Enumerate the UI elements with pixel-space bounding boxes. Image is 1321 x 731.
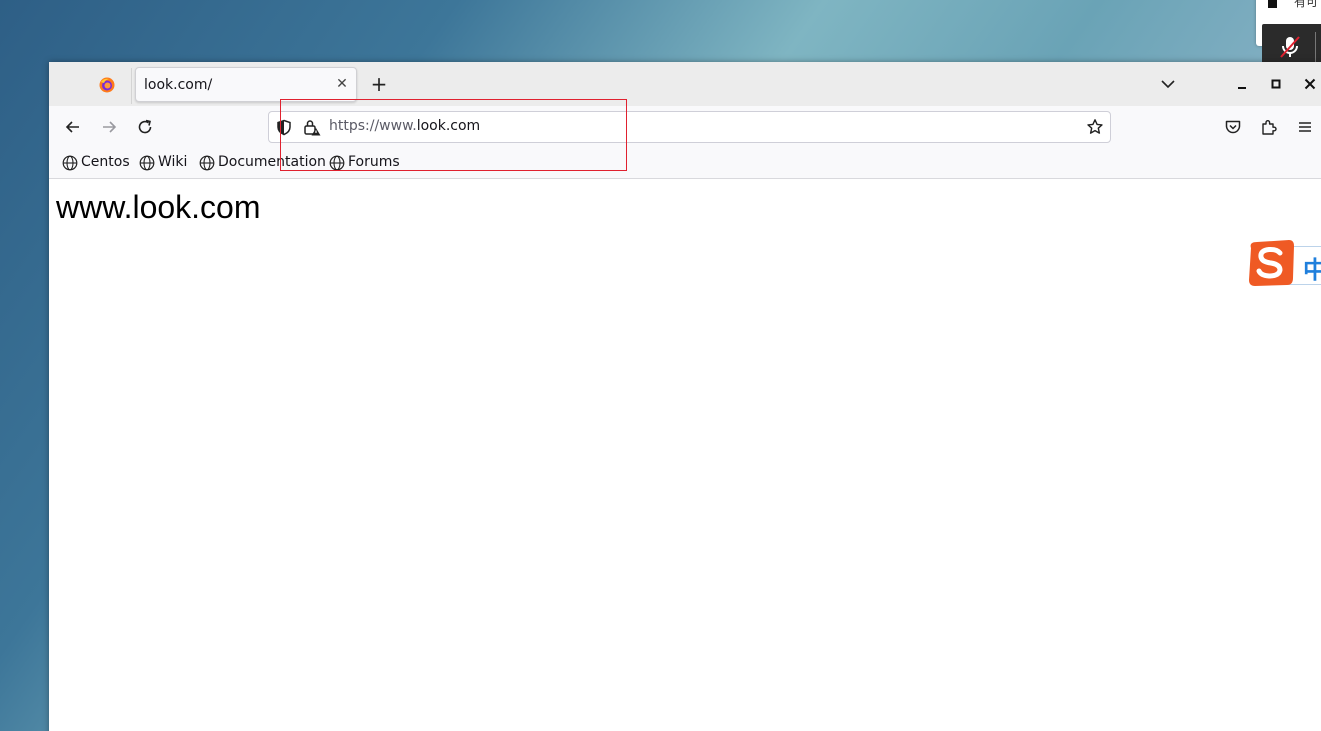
tab-bar: look.com/ ✕ + bbox=[49, 62, 1321, 106]
microphone-muted-icon bbox=[1280, 36, 1300, 58]
puzzle-icon[interactable] bbox=[1260, 118, 1278, 136]
browser-window: look.com/ ✕ + https://www.look.com Cento… bbox=[49, 62, 1321, 731]
notification-text: 有可 bbox=[1294, 0, 1319, 9]
minimize-icon[interactable] bbox=[1233, 75, 1251, 93]
maximize-icon[interactable] bbox=[1267, 75, 1285, 93]
bookmarks-toolbar: Centos Wiki Documentation Forums bbox=[49, 148, 1321, 179]
ime-toolbar[interactable]: 中 bbox=[1247, 240, 1321, 286]
back-arrow-icon[interactable] bbox=[64, 118, 82, 136]
firefox-logo-icon bbox=[99, 77, 115, 93]
sogou-logo-icon bbox=[1249, 240, 1294, 286]
navigation-toolbar: https://www.look.com bbox=[49, 106, 1321, 148]
tab-separator bbox=[131, 68, 132, 104]
globe-icon bbox=[139, 155, 155, 171]
tab-close-button[interactable]: ✕ bbox=[334, 75, 350, 93]
page-heading: www.look.com bbox=[56, 189, 261, 225]
ime-mode-label[interactable]: 中 bbox=[1303, 250, 1321, 285]
window-close-icon[interactable] bbox=[1301, 75, 1319, 93]
bookmark-label: Wiki bbox=[158, 154, 188, 170]
highlight-box bbox=[280, 99, 627, 171]
hamburger-menu-icon[interactable] bbox=[1296, 118, 1314, 136]
reload-icon[interactable] bbox=[136, 118, 154, 136]
tab-look-com[interactable]: look.com/ ✕ bbox=[135, 67, 357, 102]
globe-icon bbox=[62, 155, 78, 171]
chevron-down-icon[interactable] bbox=[1159, 75, 1177, 93]
tab-title: look.com/ bbox=[144, 77, 213, 93]
forward-arrow-icon[interactable] bbox=[100, 118, 118, 136]
bookmark-label: Centos bbox=[81, 154, 130, 170]
new-tab-button[interactable]: + bbox=[369, 73, 389, 95]
globe-icon bbox=[199, 155, 215, 171]
star-icon[interactable] bbox=[1086, 118, 1104, 136]
page-content: www.look.com bbox=[49, 179, 1321, 731]
notification-icon bbox=[1268, 0, 1277, 8]
panel-separator bbox=[1315, 32, 1316, 66]
pocket-icon[interactable] bbox=[1224, 118, 1242, 136]
